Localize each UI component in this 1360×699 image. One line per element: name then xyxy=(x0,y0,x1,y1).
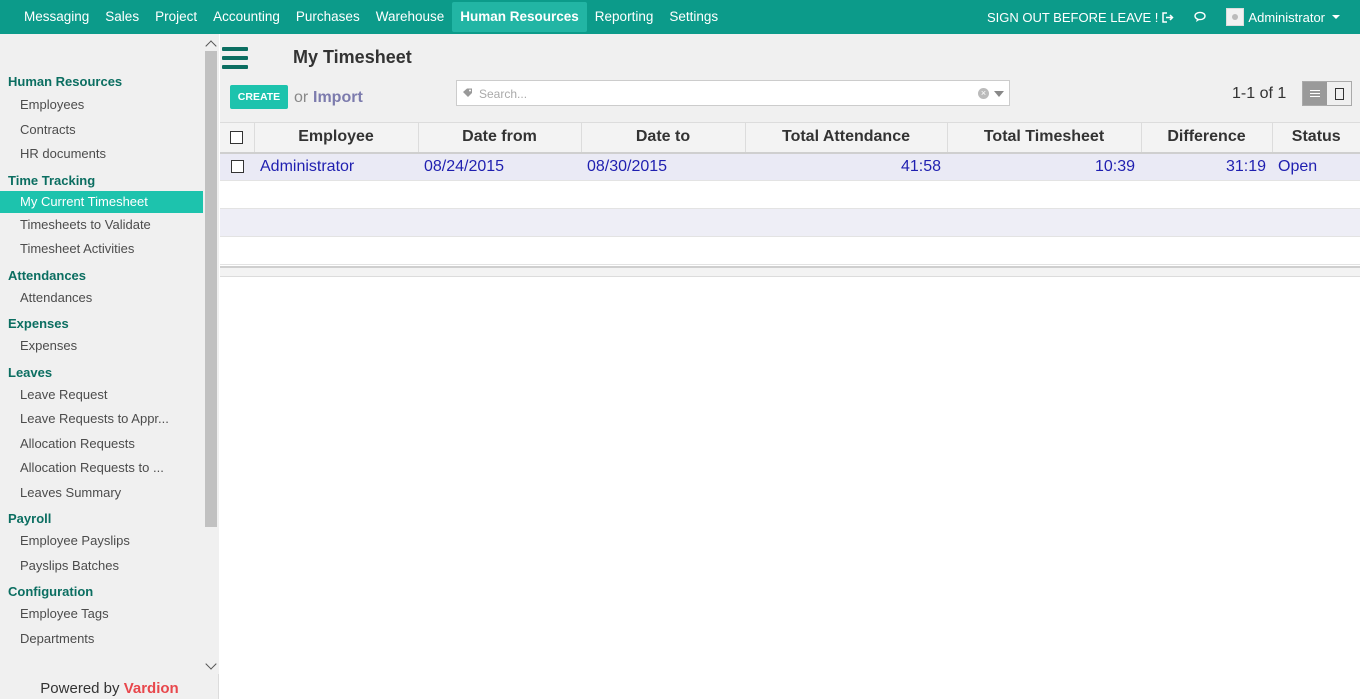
cell-total-attendance[interactable]: 41:58 xyxy=(745,152,947,181)
sign-out-button[interactable]: SIGN OUT BEFORE LEAVE ! xyxy=(987,10,1174,25)
sidebar: Human Resources Employees Contracts HR d… xyxy=(0,34,219,699)
scrollbar-thumb[interactable] xyxy=(205,51,217,527)
sidebar-item-employees[interactable]: Employees xyxy=(0,93,203,118)
sidebar-section-leaves: Leaves xyxy=(8,364,53,380)
sidebar-section-payroll: Payroll xyxy=(8,511,52,526)
sidebar-item-contracts[interactable]: Contracts xyxy=(0,118,203,143)
cell-employee[interactable]: Administrator xyxy=(254,152,418,181)
view-switcher xyxy=(1302,81,1352,106)
sidebar-menu: Human Resources Employees Contracts HR d… xyxy=(0,34,203,674)
sidebar-section-human-resources: Human Resources xyxy=(8,74,123,89)
empty-row xyxy=(220,236,1360,265)
menu-reporting[interactable]: Reporting xyxy=(587,2,662,32)
sign-out-label: SIGN OUT BEFORE LEAVE ! xyxy=(986,9,1159,25)
timesheet-table: Employee Date from Date to Total Attenda… xyxy=(220,122,1360,265)
page-title: My Timesheet xyxy=(293,47,412,67)
menu-project[interactable]: Project xyxy=(147,2,205,32)
sidebar-section-configuration: Configuration xyxy=(8,584,94,599)
sidebar-item-allocation-requests-to-approve[interactable]: Allocation Requests to ... xyxy=(0,456,203,481)
chevron-down-icon[interactable] xyxy=(205,658,217,670)
form-view-button[interactable] xyxy=(1327,82,1351,105)
menu-warehouse[interactable]: Warehouse xyxy=(368,2,453,32)
sidebar-section-time-tracking: Time Tracking xyxy=(8,172,96,188)
brand-name[interactable]: Vardion xyxy=(124,680,179,697)
row-checkbox[interactable] xyxy=(230,160,244,174)
sidebar-item-timesheet-activities[interactable]: Timesheet Activities xyxy=(0,237,203,262)
sidebar-item-leaves-summary[interactable]: Leaves Summary xyxy=(0,481,203,506)
sign-out-icon xyxy=(1162,11,1174,23)
sidebar-item-leave-request[interactable]: Leave Request xyxy=(0,383,203,408)
sidebar-item-employee-payslips[interactable]: Employee Payslips xyxy=(0,529,203,554)
table-footer xyxy=(220,266,1360,277)
app-menu: Messaging Sales Project Accounting Purch… xyxy=(16,0,726,34)
column-header-total-timesheet[interactable]: Total Timesheet xyxy=(947,122,1142,154)
sidebar-section-attendances: Attendances xyxy=(8,267,87,283)
sidebar-item-attendances[interactable]: Attendances xyxy=(0,286,203,311)
row-select-cell xyxy=(220,152,254,181)
sidebar-item-departments[interactable]: Departments xyxy=(0,627,203,652)
create-button[interactable]: CREATE xyxy=(230,85,288,109)
sidebar-item-employee-tags[interactable]: Employee Tags xyxy=(0,602,203,627)
top-navbar: Messaging Sales Project Accounting Purch… xyxy=(0,0,1360,34)
form-icon xyxy=(1334,87,1344,100)
powered-by-label: Powered by xyxy=(40,680,120,697)
column-header-employee[interactable]: Employee xyxy=(254,122,419,154)
menu-messaging[interactable]: Messaging xyxy=(16,2,97,32)
column-header-total-attendance[interactable]: Total Attendance xyxy=(745,122,948,154)
search-options-caret-icon[interactable] xyxy=(994,91,1004,97)
empty-row xyxy=(220,180,1360,209)
sidebar-item-leave-requests-to-approve[interactable]: Leave Requests to Appr... xyxy=(0,407,203,432)
sidebar-item-my-current-timesheet[interactable]: My Current Timesheet xyxy=(0,190,203,213)
sidebar-item-expenses[interactable]: Expenses xyxy=(0,334,203,359)
menu-accounting[interactable]: Accounting xyxy=(205,2,288,32)
cell-status[interactable]: Open xyxy=(1272,152,1360,181)
sidebar-section-expenses: Expenses xyxy=(8,316,69,331)
sidebar-item-payslips-batches[interactable]: Payslips Batches xyxy=(0,554,203,579)
pager-value[interactable]: 1-1 of 1 xyxy=(1232,85,1286,103)
topbar-right: SIGN OUT BEFORE LEAVE ! Administrator xyxy=(987,0,1340,34)
search-bar: × xyxy=(456,80,1010,106)
list-icon xyxy=(1310,90,1320,97)
chevron-down-icon xyxy=(1332,15,1340,19)
cell-total-timesheet[interactable]: 10:39 xyxy=(947,152,1141,181)
cell-date-from[interactable]: 08/24/2015 xyxy=(418,152,581,181)
sidebar-item-allocation-requests[interactable]: Allocation Requests xyxy=(0,432,203,457)
column-header-date-to[interactable]: Date to xyxy=(581,122,746,154)
empty-row xyxy=(220,208,1360,237)
table-row[interactable]: Administrator 08/24/2015 08/30/2015 41:5… xyxy=(220,152,1360,181)
table-header-row: Employee Date from Date to Total Attenda… xyxy=(220,122,1360,154)
sidebar-item-hr-documents[interactable]: HR documents xyxy=(0,142,203,167)
powered-by: Powered by Vardion xyxy=(0,680,219,697)
column-header-difference[interactable]: Difference xyxy=(1141,122,1273,154)
list-view-button[interactable] xyxy=(1303,82,1327,105)
avatar xyxy=(1226,8,1245,26)
chat-icon[interactable] xyxy=(1194,11,1208,23)
clear-search-icon[interactable]: × xyxy=(978,88,989,99)
menu-human-resources[interactable]: Human Resources xyxy=(452,2,587,32)
menu-sales[interactable]: Sales xyxy=(97,2,147,32)
cell-date-to[interactable]: 08/30/2015 xyxy=(581,152,745,181)
menu-purchases[interactable]: Purchases xyxy=(288,2,368,32)
user-name: Administrator xyxy=(1248,9,1325,25)
hamburger-menu-icon[interactable] xyxy=(222,47,248,69)
user-menu[interactable]: Administrator xyxy=(1226,8,1340,26)
chevron-up-icon[interactable] xyxy=(205,40,217,52)
search-input[interactable] xyxy=(479,85,969,103)
import-link[interactable]: Import xyxy=(313,89,363,107)
or-label: or xyxy=(294,89,309,106)
control-panel: My Timesheet CREATE or Import × 1-1 of 1 xyxy=(220,34,1360,122)
cell-difference[interactable]: 31:19 xyxy=(1141,152,1272,181)
select-all-cell xyxy=(220,122,255,154)
column-header-date-from[interactable]: Date from xyxy=(418,122,582,154)
sidebar-item-timesheets-to-validate[interactable]: Timesheets to Validate xyxy=(0,213,203,238)
tags-icon xyxy=(463,88,472,97)
timesheet-list: Employee Date from Date to Total Attenda… xyxy=(220,122,1360,265)
column-header-status[interactable]: Status xyxy=(1272,122,1360,154)
sidebar-scrollbar[interactable] xyxy=(203,34,219,674)
select-all-checkbox[interactable] xyxy=(230,130,244,144)
menu-settings[interactable]: Settings xyxy=(661,2,726,32)
